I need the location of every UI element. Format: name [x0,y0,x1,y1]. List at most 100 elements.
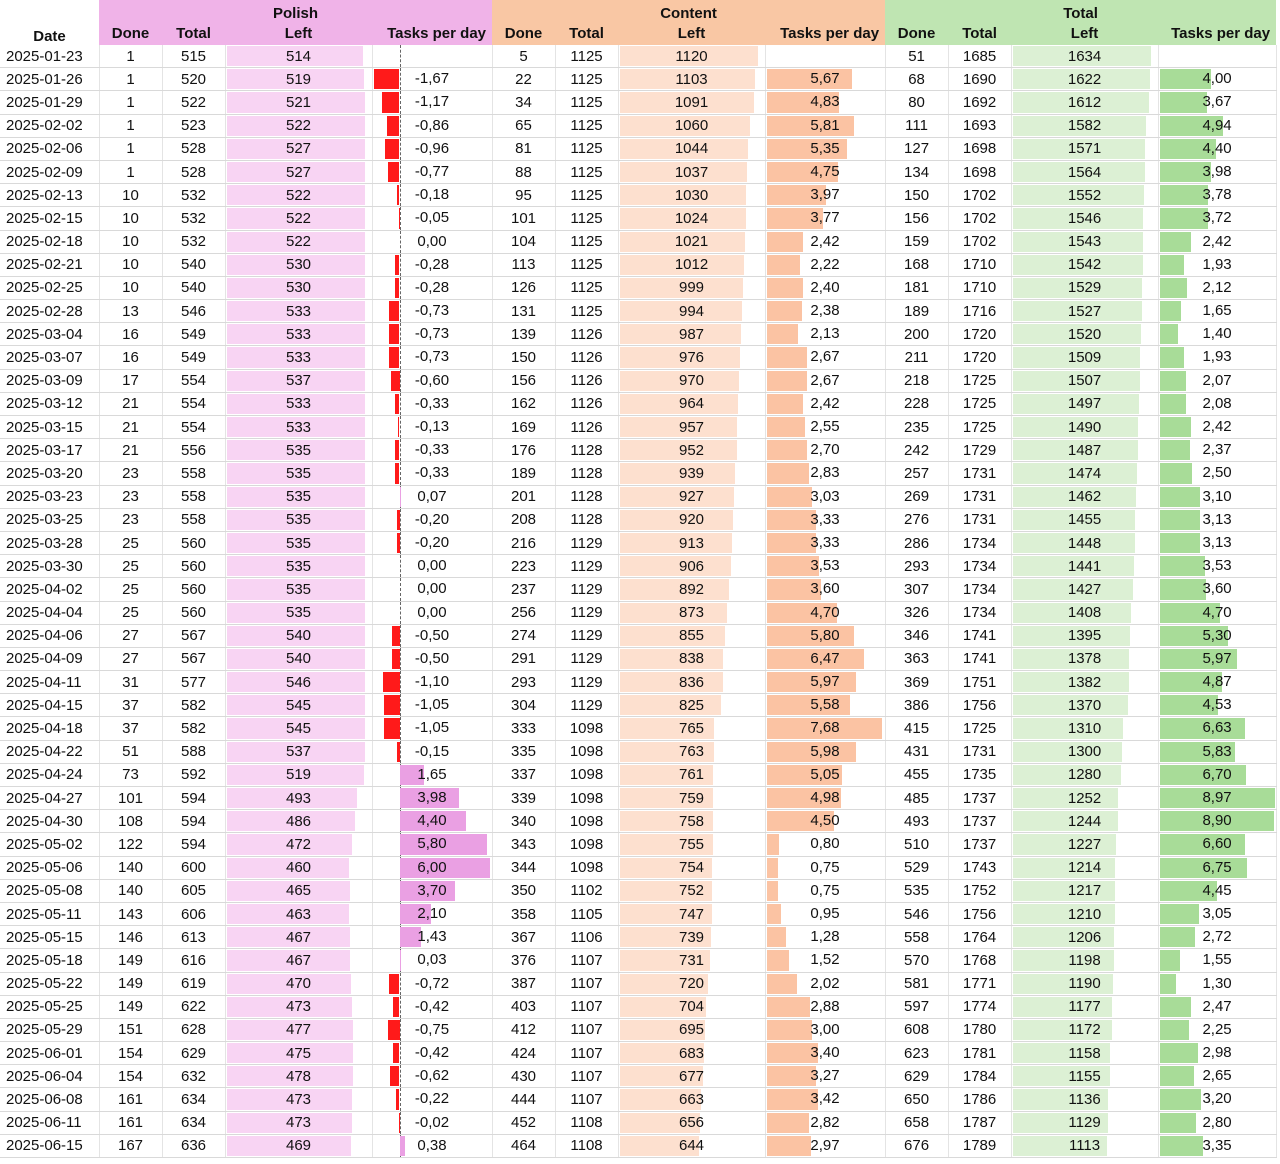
polish-left-value: 537 [285,743,312,761]
content-left-value: 994 [679,302,705,320]
total-left-cell: 1542 [1011,253,1159,277]
total-left-value: 1622 [1067,70,1102,88]
total-done-cell: 276 [885,508,949,532]
polish-left-value: 535 [285,488,312,506]
polish-tpd-cell: -0,72 [372,972,493,996]
polish-done-cell: 161 [99,1111,163,1135]
total-left-value: 1462 [1067,488,1102,506]
content-total-cell: 1126 [555,345,619,370]
polish-tpd-value: -0,42 [414,1044,450,1062]
date-cell: 2025-05-25 [0,995,100,1019]
content-tpd-value: 2,42 [810,394,840,412]
table-row: 2025-03-15 21 554 533 -0,13 169 1126 957 2,55 235… [0,415,1277,440]
content-tpd-cell: 4,75 [765,160,886,185]
polish-left-cell: 473 [225,1111,373,1135]
total-tpd-cell: 4,45 [1158,879,1277,903]
content-tpd-value: 5,98 [810,742,840,760]
date-cell: 2025-04-22 [0,740,100,764]
polish-done-cell: 154 [99,1064,163,1089]
total-tpd-cell: 1,93 [1158,345,1277,370]
polish-left-cell: 472 [225,832,373,857]
polish-tpd-cell: -0,28 [372,253,493,277]
polish-total-header: Total [162,22,225,45]
content-left-value: 695 [679,1021,705,1039]
total-tpd-value: 3,67 [1202,93,1232,111]
polish-done-cell: 37 [99,716,163,741]
total-done-cell: 658 [885,1111,949,1135]
content-tpd-cell: 2,40 [765,276,886,301]
polish-tpd-value: 2,10 [417,904,447,922]
total-tpd-value: 4,40 [1202,139,1232,157]
content-total-cell: 1129 [555,554,619,579]
polish-left-value: 473 [285,1114,312,1132]
total-left-value: 1546 [1067,209,1102,227]
total-tpd-value: 2,25 [1202,1020,1232,1038]
content-tpd-value: 0,75 [810,858,840,876]
total-done-cell: 558 [885,925,949,950]
polish-left-value: 535 [285,580,312,598]
total-left-value: 1280 [1067,766,1102,784]
content-left-value: 999 [679,279,705,297]
content-tpd-value: 2,82 [810,1113,840,1131]
total-total-cell: 1731 [948,485,1012,509]
polish-tpd-cell: -1,05 [372,693,493,718]
total-tpd-value: 4,00 [1202,70,1232,88]
polish-tpd-value: -0,33 [414,394,450,412]
total-total-cell: 1780 [948,1018,1012,1043]
polish-tpd-value: -0,77 [414,162,450,180]
content-left-cell: 964 [618,392,766,417]
total-done-cell: 386 [885,693,949,718]
polish-done-cell: 167 [99,1134,163,1159]
polish-tpd-cell: -1,10 [372,670,493,695]
total-left-value: 1507 [1067,372,1102,390]
polish-tpd-value: 6,00 [417,858,447,876]
polish-tpd-value: -0,28 [414,255,450,273]
content-left-cell: 1012 [618,253,766,277]
polish-left-cell: 478 [225,1064,373,1089]
content-total-header: Total [555,22,619,45]
table-body: 2025-01-23 1 515 514 5 1125 1120 51 1685 1634 2025… [0,45,1277,1159]
content-left-cell: 663 [618,1087,766,1112]
total-tpd-value: 2,80 [1202,1113,1232,1131]
content-tpd-cell: 3,27 [765,1064,886,1089]
content-tpd-cell: 7,68 [765,716,886,741]
polish-done-cell: 1 [99,137,163,161]
content-tpd-header: Tasks per day [765,22,886,45]
total-left-cell: 1280 [1011,763,1159,788]
polish-left-value: 533 [285,418,312,436]
table-row: 2025-01-29 1 522 521 -1,17 34 1125 1091 4,83 80 16… [0,90,1277,115]
content-tpd-cell: 3,42 [765,1087,886,1112]
content-tpd-value: 1,28 [810,928,840,946]
content-left-cell: 913 [618,531,766,556]
content-total-cell: 1098 [555,832,619,857]
polish-done-cell: 1 [99,114,163,138]
content-tpd-cell: 2,67 [765,369,886,393]
content-left-cell: 952 [618,438,766,463]
content-tpd-cell: 2,42 [765,230,886,254]
content-left-value: 1037 [674,163,709,181]
polish-tpd-cell: 0,00 [372,577,493,602]
content-done-cell: 162 [492,392,556,417]
content-tpd-cell [765,45,886,69]
polish-total-cell: 558 [162,485,226,509]
total-done-cell: 307 [885,577,949,602]
total-done-cell: 535 [885,879,949,903]
content-total-cell: 1126 [555,415,619,440]
total-tpd-cell: 6,60 [1158,832,1277,857]
polish-done-cell: 17 [99,369,163,393]
content-done-cell: 176 [492,438,556,463]
content-tpd-cell: 2,82 [765,1111,886,1135]
polish-total-cell: 532 [162,183,226,208]
date-cell: 2025-06-04 [0,1064,100,1089]
content-total-cell: 1107 [555,1064,619,1089]
polish-done-cell: 27 [99,647,163,672]
content-left-value: 1030 [674,186,709,204]
content-done-cell: 444 [492,1087,556,1112]
total-tpd-cell: 2,98 [1158,1041,1277,1066]
total-tpd-value: 1,30 [1202,974,1232,992]
content-left-value: 677 [679,1067,705,1085]
polish-tpd-value: -0,62 [414,1067,450,1085]
polish-left-cell: 521 [225,90,373,115]
polish-done-cell: 27 [99,624,163,648]
total-done-cell: 581 [885,972,949,996]
